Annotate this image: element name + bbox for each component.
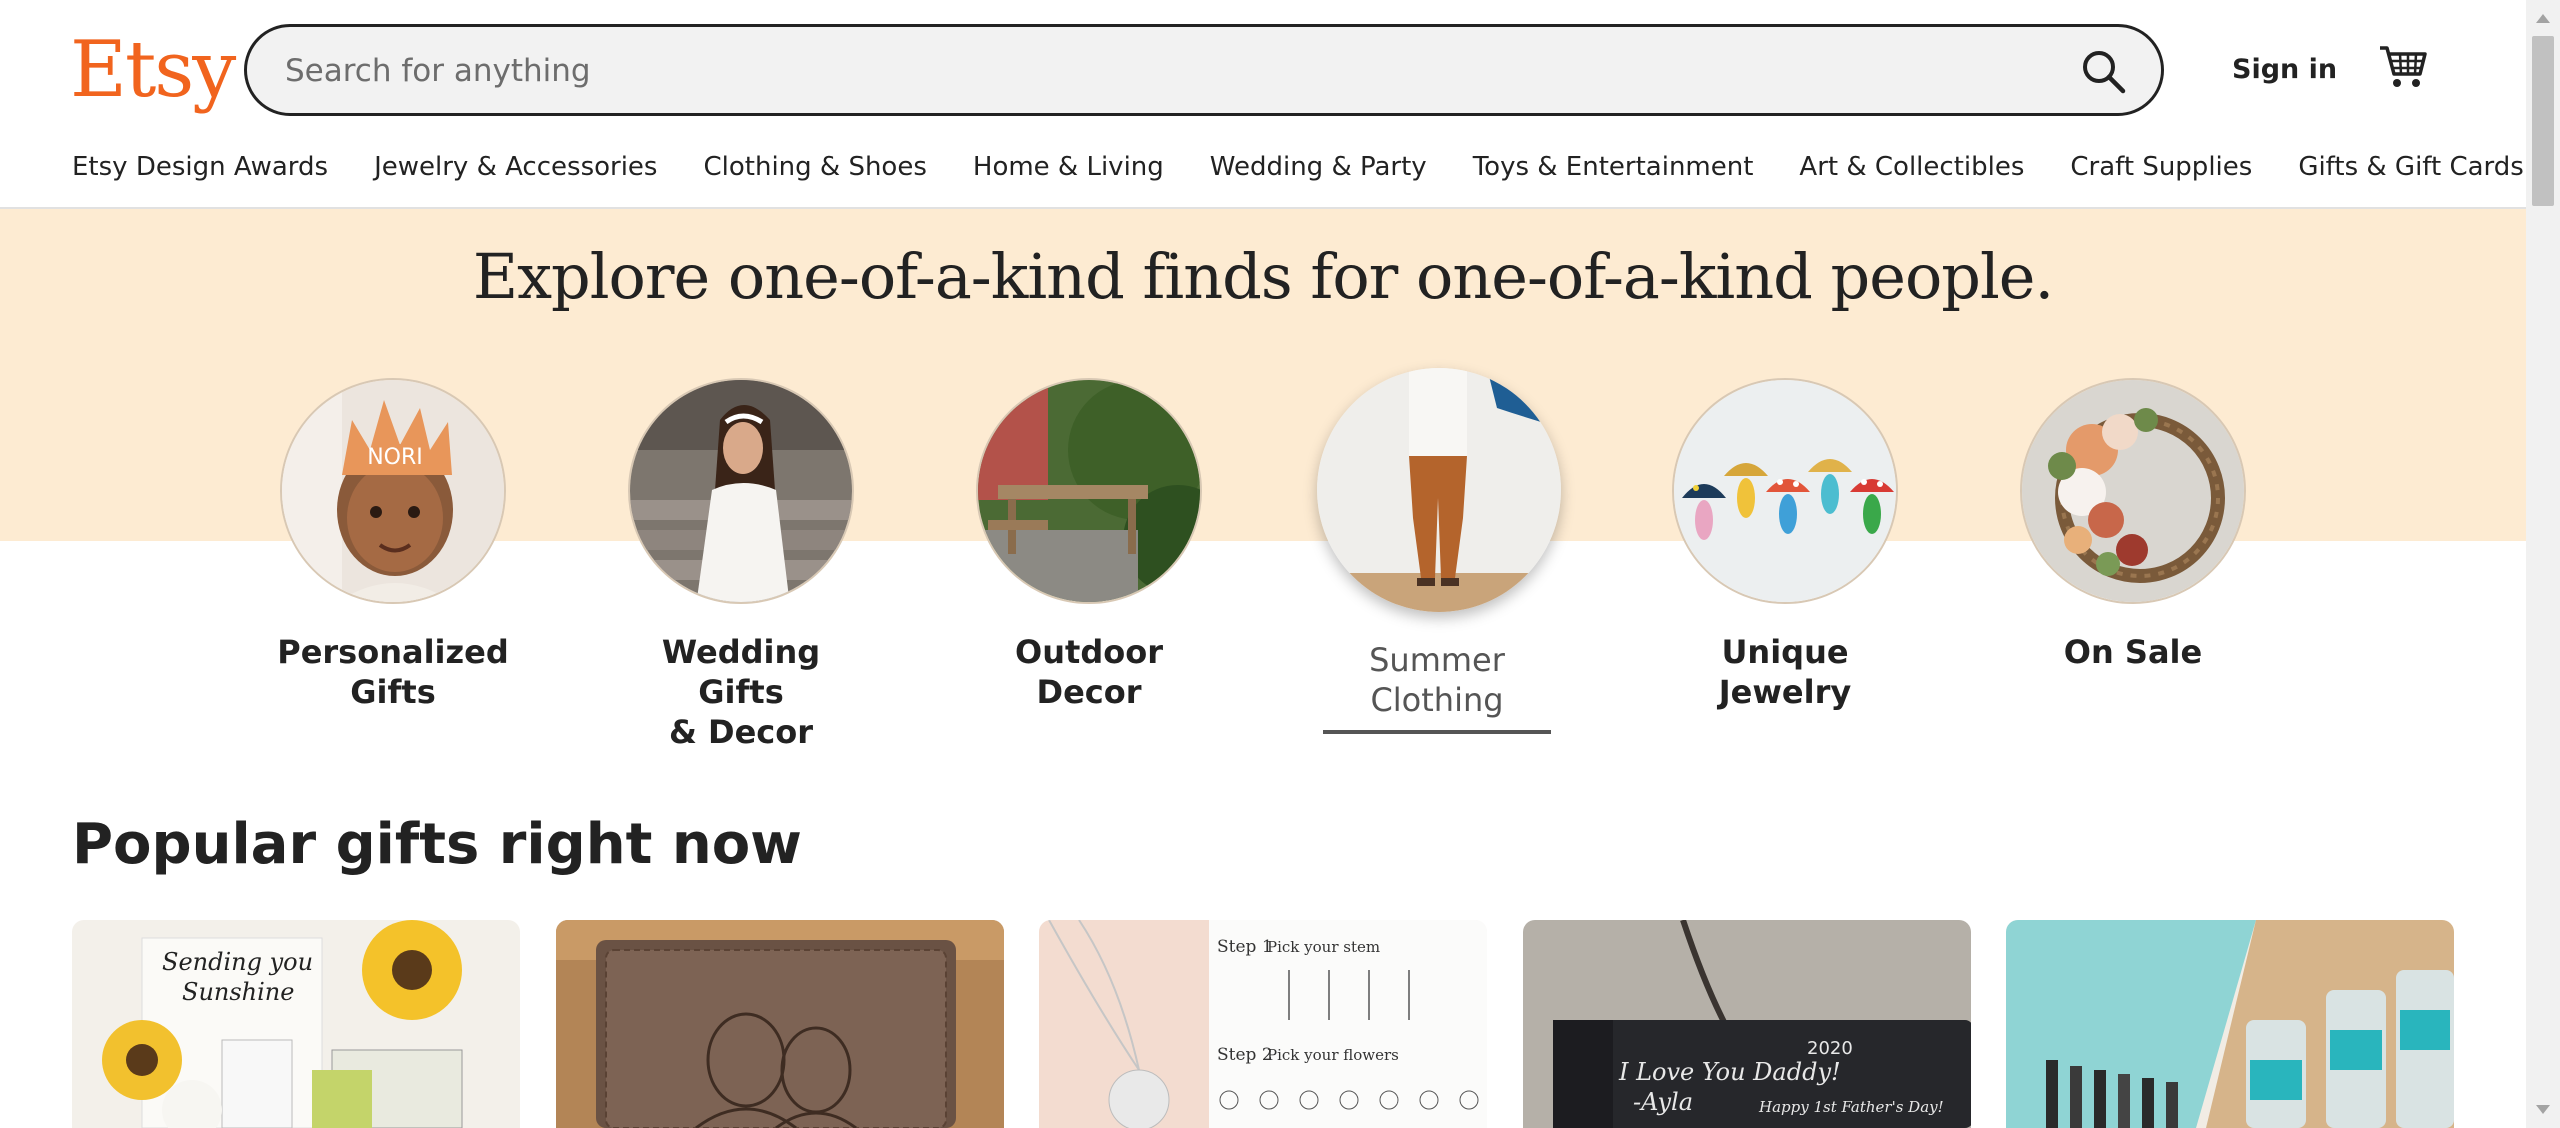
product-image <box>2006 920 2454 1128</box>
category-label-line2: Jewelry <box>1718 673 1852 711</box>
vertical-scrollbar[interactable] <box>2526 0 2560 1128</box>
category-image <box>628 378 854 604</box>
card-text: -Ayla <box>1633 1088 1693 1116</box>
category-summer-clothing[interactable]: Summer Clothing <box>1317 368 1561 734</box>
category-label: Personalized Gifts <box>273 632 513 712</box>
gift-card-engraved-multitool[interactable]: I Love You Daddy! -Ayla 2020 Happy 1st F… <box>1523 920 1971 1128</box>
category-image: NORI <box>280 378 506 604</box>
product-image: Step 1 Pick your stem Step 2 Pick your f… <box>1039 920 1487 1128</box>
nav-clothing-shoes[interactable]: Clothing & Shoes <box>703 152 926 188</box>
etsy-logo[interactable]: Etsy <box>70 26 236 114</box>
hero-title: Explore one-of-a-kind finds for one-of-a… <box>472 240 2054 313</box>
popular-gifts-heading: Popular gifts right now <box>72 812 802 877</box>
crown-text: NORI <box>367 445 423 470</box>
category-label-line1: Summer <box>1369 641 1505 679</box>
nav-etsy-design-awards[interactable]: Etsy Design Awards <box>72 152 328 188</box>
scroll-thumb[interactable] <box>2532 36 2554 206</box>
nav-art-collectibles[interactable]: Art & Collectibles <box>1799 152 2024 188</box>
category-label-line1: Wedding Gifts <box>661 633 821 711</box>
category-label-line2: Decor <box>1036 673 1142 711</box>
search-input[interactable] <box>283 27 1987 115</box>
search-bar[interactable] <box>244 24 2164 116</box>
category-on-sale[interactable]: On Sale <box>2013 378 2253 672</box>
category-image <box>2020 378 2246 604</box>
card-text: Sunshine <box>182 978 294 1006</box>
category-label-line1: Unique <box>1721 633 1849 671</box>
etsy-homepage: Etsy Sign in Etsy Design Awards Jewelry … <box>0 0 2526 1128</box>
category-label: Wedding Gifts & Decor <box>621 632 861 752</box>
category-label: Summer Clothing <box>1317 640 1557 720</box>
category-nav: Etsy Design Awards Jewelry & Accessories… <box>72 152 2524 188</box>
category-wedding-gifts-decor[interactable]: Wedding Gifts & Decor <box>621 378 861 752</box>
category-label-line1: Personalized <box>277 633 509 671</box>
gift-card-engraved-wallet[interactable] <box>556 920 1004 1128</box>
card-text: Step 2 <box>1217 1045 1273 1065</box>
scroll-down-arrow-icon[interactable] <box>2536 1105 2550 1114</box>
gift-card-sunshine-box[interactable]: Sending you Sunshine <box>72 920 520 1128</box>
card-text: Sending you <box>162 948 313 976</box>
category-label: On Sale <box>2013 632 2253 672</box>
nav-toys-entertainment[interactable]: Toys & Entertainment <box>1473 152 1754 188</box>
category-image <box>976 378 1202 604</box>
product-image: Sending you Sunshine <box>72 920 520 1128</box>
nav-craft-supplies[interactable]: Craft Supplies <box>2070 152 2252 188</box>
nav-wedding-party[interactable]: Wedding & Party <box>1210 152 1427 188</box>
category-image <box>1317 368 1561 612</box>
product-image: I Love You Daddy! -Ayla 2020 Happy 1st F… <box>1523 920 1971 1128</box>
category-unique-jewelry[interactable]: Unique Jewelry <box>1665 378 1905 712</box>
card-text: Pick your flowers <box>1267 1046 1399 1064</box>
card-text: I Love You Daddy! <box>1618 1058 1841 1086</box>
category-label: Outdoor Decor <box>969 632 1209 712</box>
category-label-line2: & Decor <box>668 713 814 751</box>
category-outdoor-decor[interactable]: Outdoor Decor <box>969 378 1209 712</box>
active-category-underline <box>1323 730 1551 734</box>
product-image <box>556 920 1004 1128</box>
nav-jewelry-accessories[interactable]: Jewelry & Accessories <box>374 152 657 188</box>
card-text: 2020 <box>1807 1038 1853 1059</box>
category-label-line1: Outdoor <box>1015 633 1163 671</box>
card-text: Pick your stem <box>1267 938 1380 956</box>
category-label-line2: Gifts <box>350 673 436 711</box>
category-label-line1: On Sale <box>2063 633 2203 671</box>
category-personalized-gifts[interactable]: NORI Personalized Gifts <box>273 378 513 712</box>
card-text: Happy 1st Father's Day! <box>1758 1098 1944 1116</box>
search-icon[interactable] <box>2079 47 2127 95</box>
category-label-line2: Clothing <box>1370 681 1504 719</box>
sign-in-link[interactable]: Sign in <box>2232 54 2337 85</box>
card-text: Step 1 <box>1217 937 1273 957</box>
category-label: Unique Jewelry <box>1665 632 1905 712</box>
gift-card-flower-necklace[interactable]: Step 1 Pick your stem Step 2 Pick your f… <box>1039 920 1487 1128</box>
scroll-up-arrow-icon[interactable] <box>2536 14 2550 23</box>
cart-icon[interactable] <box>2378 42 2428 92</box>
nav-gifts-gift-cards[interactable]: Gifts & Gift Cards <box>2298 152 2524 188</box>
nav-home-living[interactable]: Home & Living <box>973 152 1164 188</box>
gift-card-spice-set[interactable] <box>2006 920 2454 1128</box>
category-image <box>1672 378 1898 604</box>
